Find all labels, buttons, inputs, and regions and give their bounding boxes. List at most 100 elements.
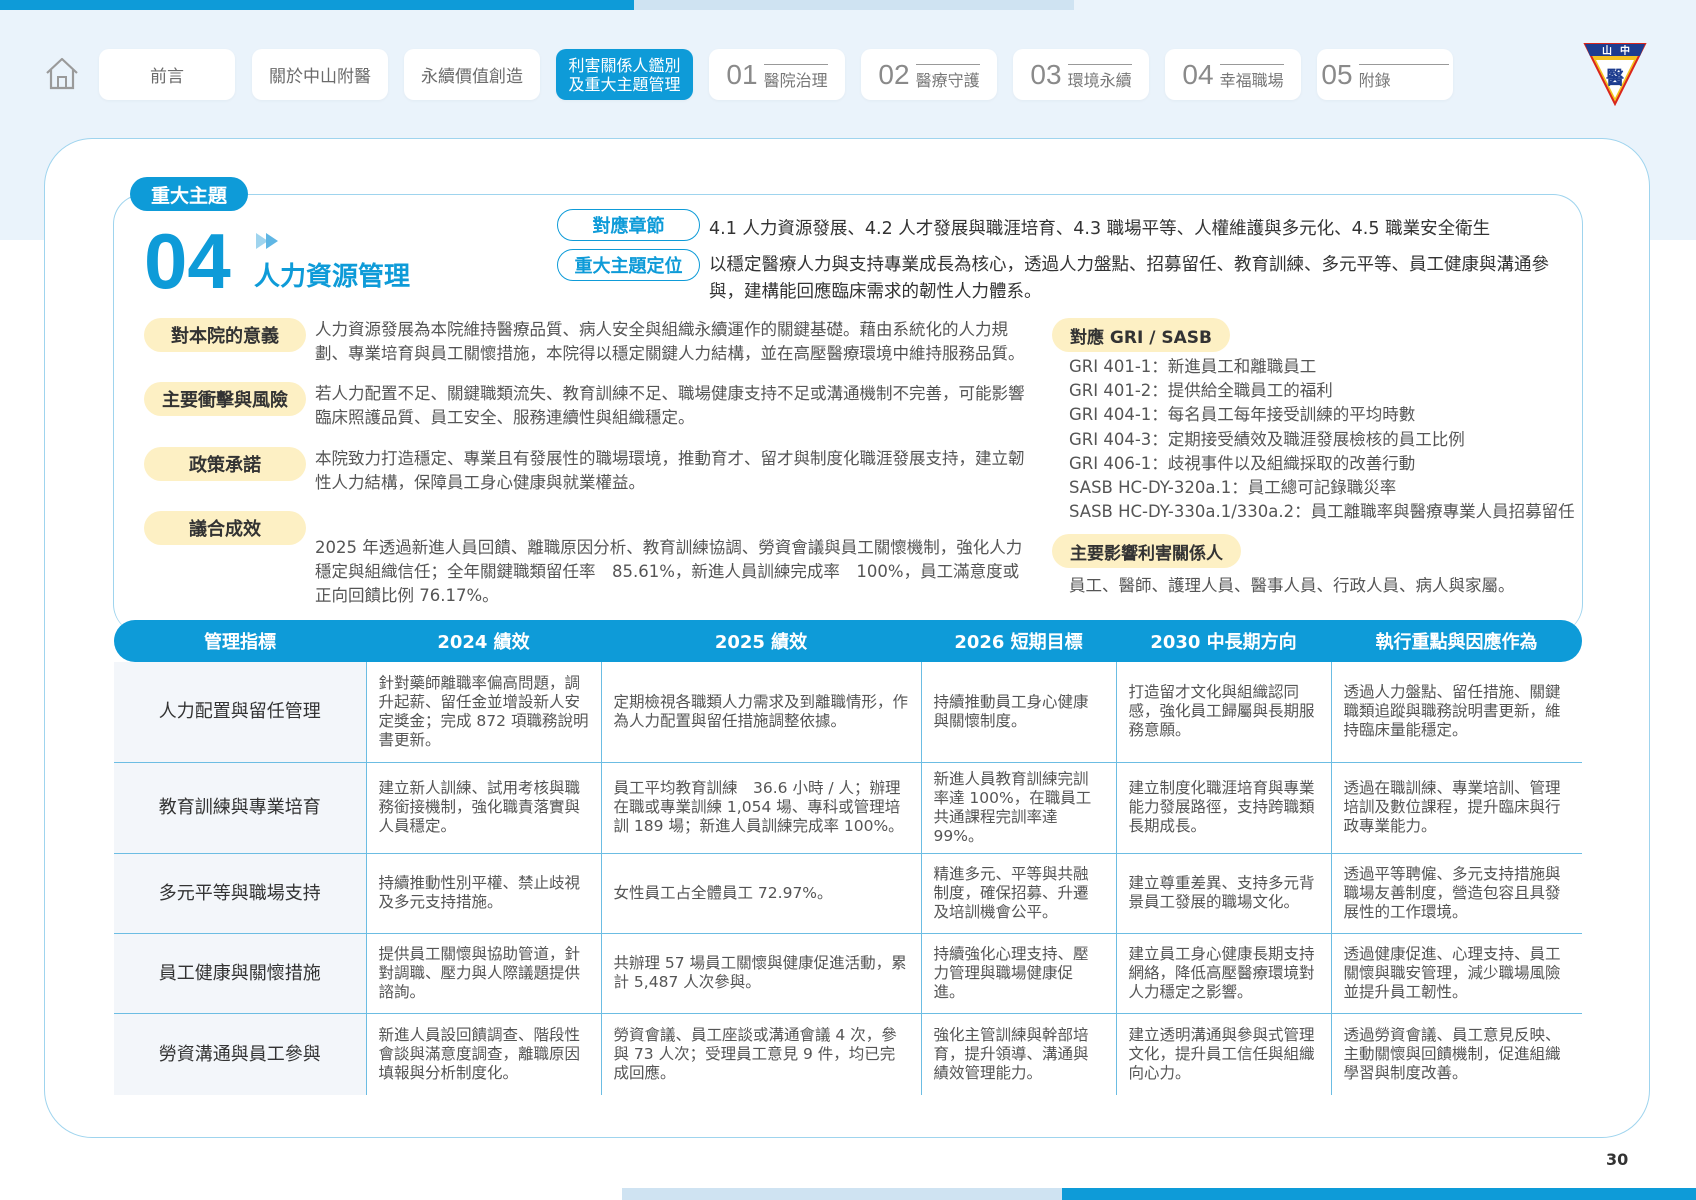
column-header: 執行重點與因應作為	[1375, 632, 1538, 653]
gri-item: GRI 406-1：歧視事件以及組織採取的改善行動	[1069, 453, 1416, 473]
gri-item: GRI 404-1：每名員工每年接受訓練的平均時數	[1069, 405, 1416, 425]
table-cell: 強化主管訓練與幹部培育，提升領導、溝通與績效管理能力。	[920, 1013, 1116, 1095]
table-cell: 員工平均教育訓練 36.6 小時 / 人；辦理在職或專業訓練 1,054 場、專…	[600, 762, 921, 854]
bottom-progress-track	[622, 1188, 1062, 1200]
tab-label: 前言	[150, 67, 184, 87]
chapter-text: 4.1 人力資源發展、4.2 人才發展與職涯培育、4.3 職場平等、人權維護與多…	[709, 219, 1491, 239]
svg-text:醫: 醫	[1606, 68, 1624, 89]
table-cell: 女性員工占全體員工 72.97%。	[600, 853, 921, 934]
hospital-logo: 醫 山 中	[1583, 43, 1647, 106]
table-row: 勞資溝通與員工參與 新進人員設回饋調查、階段性會談與滿意度調查，離職原因填報與分…	[114, 1013, 1582, 1095]
tab-04-workplace[interactable]: 04 幸福職場	[1165, 49, 1301, 100]
table-cell: 建立尊重差異、支持多元背景員工發展的職場文化。	[1115, 853, 1331, 934]
gri-sasb-label: 對應 GRI / SASB	[1052, 318, 1230, 352]
positioning-label-pill: 重大主題定位	[557, 249, 700, 281]
table-cell: 持續推動性別平權、禁止歧視及多元支持措施。	[365, 853, 601, 934]
table-cell: 勞資會議、員工座談或溝通會議 4 次，參與 73 人次；受理員工意見 9 件，均…	[600, 1013, 921, 1095]
impact-risk-label: 主要衝擊與風險	[144, 382, 306, 416]
tab-preface[interactable]: 前言	[99, 49, 235, 100]
table-cell: 提供員工關懷與協助管道，針對調職、壓力與人際議題提供諮詢。	[365, 933, 601, 1014]
tab-label-line1: 利害關係人鑑別	[568, 55, 681, 75]
table-cell: 透過人力盤點、留任措施、關鍵職類追蹤與職務說明書更新，維持臨床量能穩定。	[1330, 662, 1582, 763]
policy-commitment-text: 本院致力打造穩定、專業且有發展性的職場環境，推動育才、留才與制度化職涯發展支持，…	[315, 449, 1025, 492]
tab-label: 醫療守護	[915, 64, 980, 91]
table-cell: 持續推動員工身心健康與關懷制度。	[920, 662, 1116, 763]
svg-text:山: 山	[1602, 44, 1612, 57]
gri-item: SASB HC-DY-330a.1/330a.2：員工離職率與醫療專業人員招募留…	[1069, 502, 1575, 522]
table-cell: 建立新人訓練、試用考核與職務銜接機制，強化職責落實與人員穩定。	[365, 762, 601, 854]
table-cell: 新進人員教育訓練完訓率達 100%，在職員工共通課程完訓率達 99%。	[920, 762, 1116, 854]
tab-label: 永續價值創造	[421, 67, 523, 87]
table-cell: 打造留才文化與組織認同感，強化員工歸屬與長期服務意願。	[1115, 662, 1331, 763]
tab-02-medical-care[interactable]: 02 醫療守護	[861, 49, 997, 100]
tab-number: 03	[1030, 58, 1062, 90]
gri-item: GRI 404-3：定期接受績效及職涯發展檢核的員工比例	[1069, 429, 1465, 449]
tab-number: 01	[726, 58, 758, 90]
tab-number: 05	[1321, 58, 1353, 90]
table-cell: 建立員工身心健康長期支持網絡，降低高壓醫療環境對人力穩定之影響。	[1115, 933, 1331, 1014]
table-cell: 建立透明溝通與參與式管理文化，提升員工信任與組織向心力。	[1115, 1013, 1331, 1095]
significance-text: 人力資源發展為本院維持醫療品質、病人安全與組織永續運作的關鍵基礎。藉由系統化的人…	[315, 320, 1025, 363]
page-number: 30	[1606, 1150, 1629, 1169]
engagement-results-label: 議合成效	[144, 511, 306, 545]
table-cell: 透過平等聘僱、多元支持措施與職場友善制度，營造包容且具發展性的工作環境。	[1330, 853, 1582, 934]
table-cell: 建立制度化職涯培育與專業能力發展路徑，支持跨職類長期成長。	[1115, 762, 1331, 854]
table-cell: 透過在職訓練、專業培訓、管理培訓及數位課程，提升臨床與行政專業能力。	[1330, 762, 1582, 854]
table-row: 人力配置與留任管理 針對藥師離職率偏高問題，調升起薪、留任金並增設新人安定獎金；…	[114, 662, 1582, 763]
svg-text:中: 中	[1620, 44, 1630, 57]
material-topic-badge: 重大主題	[130, 177, 248, 211]
tab-label: 附錄	[1358, 64, 1449, 91]
tab-01-governance[interactable]: 01 醫院治理	[709, 49, 845, 100]
indicator-cell: 勞資溝通與員工參與	[114, 1013, 366, 1095]
engagement-results-text: 2025 年透過新進人員回饋、離職原因分析、教育訓練協調、勞資會議與員工關懷機制…	[315, 538, 1023, 605]
table-header: 管理指標 2024 績效 2025 績效 2026 短期目標 2030 中長期方…	[114, 620, 1582, 662]
column-header: 2024 績效	[437, 632, 530, 653]
management-indicators-table: 人力配置與留任管理 針對藥師離職率偏高問題，調升起薪、留任金並增設新人安定獎金；…	[114, 662, 1582, 1095]
home-icon[interactable]	[44, 55, 80, 91]
chapter-label-pill: 對應章節	[557, 209, 700, 241]
table-cell: 持續強化心理支持、壓力管理與職場健康促進。	[920, 933, 1116, 1014]
column-header: 2025 績效	[714, 632, 808, 653]
stakeholders-label: 主要影響利害關係人	[1052, 534, 1241, 568]
tab-label: 醫院治理	[763, 64, 828, 91]
indicator-cell: 教育訓練與專業培育	[114, 762, 366, 854]
double-arrow-icon	[256, 233, 278, 249]
tab-number: 02	[878, 58, 910, 90]
table-cell: 精進多元、平等與共融制度，確保招募、升遷及培訓機會公平。	[920, 853, 1116, 934]
tab-stakeholders-material-topics[interactable]: 利害關係人鑑別 及重大主題管理	[556, 49, 693, 100]
gri-list: GRI 401-1：新進員工和離職員工 GRI 401-2：提供給全職員工的福利…	[1069, 355, 1589, 524]
column-header: 管理指標	[204, 632, 276, 653]
significance-label: 對本院的意義	[144, 318, 306, 352]
tab-03-environment[interactable]: 03 環境永續	[1013, 49, 1149, 100]
table-row: 多元平等與職場支持 持續推動性別平權、禁止歧視及多元支持措施。 女性員工占全體員…	[114, 853, 1582, 934]
tab-sustainable-value[interactable]: 永續價值創造	[404, 49, 540, 100]
gri-item: SASB HC-DY-320a.1：員工總可記錄職災率	[1069, 478, 1397, 498]
top-progress-bar	[0, 0, 634, 10]
indicator-cell: 員工健康與關懷措施	[114, 933, 366, 1014]
stakeholders-text: 員工、醫師、護理人員、醫事人員、行政人員、病人與家屬。	[1069, 576, 1515, 595]
topic-title: 人力資源管理	[254, 262, 411, 292]
policy-commitment-label: 政策承諾	[144, 447, 306, 481]
indicator-cell: 多元平等與職場支持	[114, 853, 366, 934]
tab-05-appendix[interactable]: 05 附錄	[1317, 49, 1453, 100]
table-cell: 定期檢視各職類人力需求及到離職情形，作為人力配置與留任措施調整依據。	[600, 662, 921, 763]
tab-label-line2: 及重大主題管理	[568, 74, 681, 94]
table-row: 教育訓練與專業培育 建立新人訓練、試用考核與職務銜接機制，強化職責落實與人員穩定…	[114, 762, 1582, 854]
column-header: 2026 短期目標	[954, 632, 1083, 653]
table-cell: 新進人員設回饋調查、階段性會談與滿意度調查，離職原因填報與分析制度化。	[365, 1013, 601, 1095]
topic-number: 04	[144, 217, 231, 305]
gri-item: GRI 401-2：提供給全職員工的福利	[1069, 381, 1333, 401]
table-cell: 針對藥師離職率偏高問題，調升起薪、留任金並增設新人安定獎金；完成 872 項職務…	[365, 662, 601, 763]
gri-item: GRI 401-1：新進員工和離職員工	[1069, 357, 1317, 376]
table-cell: 透過勞資會議、員工意見反映、主動關懷與回饋機制，促進組織學習與制度改善。	[1330, 1013, 1582, 1095]
indicator-cell: 人力配置與留任管理	[114, 662, 366, 763]
tab-label: 幸福職場	[1219, 64, 1284, 91]
table-row: 員工健康與關懷措施 提供員工關懷與協助管道，針對調職、壓力與人際議題提供諮詢。 …	[114, 933, 1582, 1014]
top-progress-track	[634, 0, 1074, 10]
table-cell: 共辦理 57 場員工關懷與健康促進活動，累計 5,487 人次參與。	[600, 933, 921, 1014]
impact-risk-text: 若人力配置不足、關鍵職類流失、教育訓練不足、職場健康支持不足或溝通機制不完善，可…	[315, 384, 1025, 427]
tab-label: 環境永續	[1067, 64, 1132, 91]
tab-number: 04	[1182, 58, 1214, 90]
column-header: 2030 中長期方向	[1150, 632, 1297, 653]
tab-about[interactable]: 關於中山附醫	[252, 49, 388, 100]
